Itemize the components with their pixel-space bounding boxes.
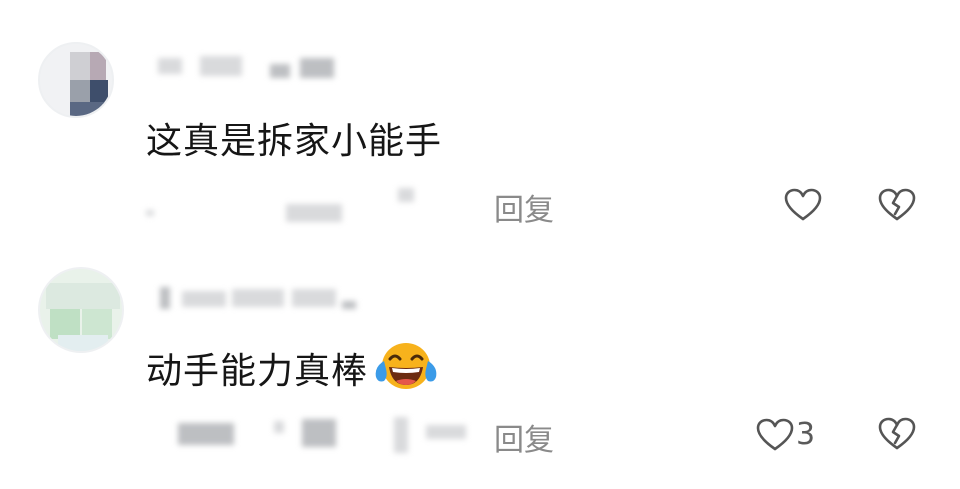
broken-heart-icon (878, 417, 916, 450)
laughing-crying-emoji (372, 341, 440, 400)
dislike-button[interactable] (878, 188, 916, 222)
heart-outline-icon (756, 418, 794, 450)
comment-text-content: 动手能力真棒 (146, 351, 369, 392)
like-button[interactable] (784, 188, 822, 222)
avatar[interactable] (38, 42, 114, 118)
broken-heart-icon (878, 188, 916, 221)
comment-text: 这真是拆家小能手 (146, 121, 443, 162)
reply-button[interactable]: 回复 (494, 415, 554, 459)
dislike-button[interactable] (878, 417, 916, 451)
comment-item: 这真是拆家小能手 回复 (0, 0, 960, 245)
heart-outline-icon (784, 188, 822, 221)
avatar[interactable] (38, 267, 124, 353)
reply-button[interactable]: 回复 (494, 185, 554, 229)
comment-item: 动手能力真棒 回复 3 (0, 245, 960, 489)
like-count: 3 (796, 417, 816, 452)
like-button[interactable]: 3 (756, 417, 815, 452)
comment-text: 动手能力真棒 (146, 341, 440, 400)
